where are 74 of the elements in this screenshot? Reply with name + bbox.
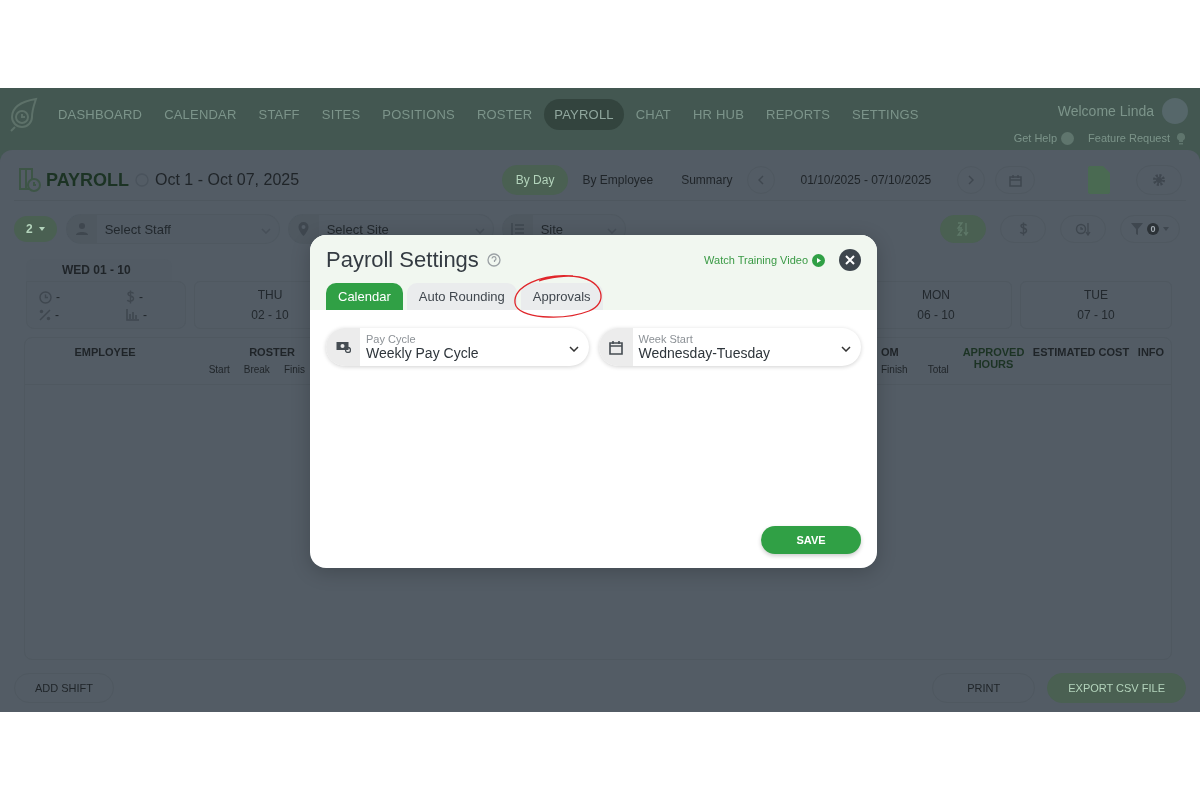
cash-icon <box>335 341 351 353</box>
nav-link[interactable]: STAFF <box>248 98 310 130</box>
list-icon <box>511 223 525 235</box>
stat-value: - <box>56 290 60 304</box>
weekday-label: MON <box>922 288 950 302</box>
chevron-down-icon <box>841 346 851 352</box>
field-value: Wednesday-Tuesday <box>638 345 772 362</box>
help-link[interactable]: Get Help <box>1013 132 1058 144</box>
field-label: Week Start <box>638 332 694 346</box>
column-header: INFO <box>1137 346 1165 358</box>
column-header: ROSTER <box>249 346 296 358</box>
date-range[interactable]: 01/10/2025 - 07/10/2025 <box>774 173 958 187</box>
weekday-label: THU <box>257 288 283 302</box>
chevron-down-icon <box>606 227 617 234</box>
view-tab[interactable]: By Employee <box>568 165 668 195</box>
close-button[interactable] <box>839 249 861 271</box>
nav-link[interactable]: ROSTER <box>466 98 543 130</box>
settings-tab[interactable]: Calendar <box>326 283 403 310</box>
column-subheader: Finis <box>283 364 305 375</box>
welcome-text: Welcome Linda <box>1057 103 1154 119</box>
page-title: PAYROLL <box>46 169 129 191</box>
view-tab[interactable]: By Day <box>501 165 569 195</box>
column-subheader: Start <box>208 364 230 375</box>
training-video-link[interactable]: Watch Training Video <box>704 254 808 266</box>
nav-link[interactable]: SITES <box>311 98 371 130</box>
weekday-label: TUE <box>1084 288 1108 302</box>
stat-value: - <box>143 308 147 322</box>
column-header: ESTIMATED COST <box>1032 346 1130 358</box>
nav-link[interactable]: POSITIONS <box>372 98 465 130</box>
pay-period: Oct 1 - Oct 07, 2025 <box>155 171 300 189</box>
settings-tab[interactable]: Approvals <box>520 283 603 310</box>
save-button[interactable]: SAVE <box>761 526 861 554</box>
field-value: Weekly Pay Cycle <box>366 345 480 362</box>
column-header: OM <box>881 346 899 358</box>
view-tab[interactable]: Summary <box>667 165 747 195</box>
caret-icon <box>38 227 45 231</box>
column-subheader: Total <box>927 364 949 375</box>
date-label: 07 - 10 <box>1077 308 1115 322</box>
nav-link[interactable]: DASHBOARD <box>48 98 153 130</box>
count-dropdown[interactable]: 2 <box>14 216 57 242</box>
day-card[interactable]: TUE 07 - 10 <box>1020 281 1172 329</box>
nav-link[interactable]: CALENDAR <box>154 98 247 130</box>
nav-link[interactable]: CHAT <box>625 98 681 130</box>
date-label: 06 - 10 <box>917 308 955 322</box>
column-subheader: Finish <box>881 364 908 375</box>
stat-value: - <box>139 290 143 304</box>
field-label: Pay Cycle <box>366 332 417 346</box>
logo-icon[interactable] <box>8 97 38 133</box>
avatar[interactable] <box>1162 98 1188 124</box>
stat-value: - <box>55 308 59 322</box>
lightbulb-icon <box>1174 130 1188 146</box>
dropdown-field[interactable]: Week Start Wednesday-Tuesday <box>598 328 861 366</box>
chevron-down-icon <box>474 227 485 234</box>
sort-az-icon <box>956 222 970 236</box>
feature-request-link[interactable]: Feature Request <box>1088 132 1170 144</box>
column-header: APPROVED HOURS <box>961 346 1026 370</box>
filter-count: 0 <box>1147 223 1159 235</box>
column-header: EMPLOYEE <box>74 346 136 358</box>
calendar-icon <box>608 339 623 355</box>
nav-link[interactable]: HR HUB <box>683 98 755 130</box>
payroll-icon <box>18 167 42 193</box>
column-subheader: Break <box>243 364 270 375</box>
dropdown-field[interactable]: Pay Cycle Weekly Pay Cycle <box>326 328 589 366</box>
dialog-title: Payroll Settings <box>326 247 479 273</box>
close-icon <box>845 255 855 265</box>
sort-alphabetical-button[interactable] <box>940 215 986 243</box>
export-csv-button[interactable]: EXPORT CSV FILE <box>1047 673 1186 703</box>
chevron-down-icon <box>568 346 579 352</box>
nav-link[interactable]: PAYROLL <box>544 98 624 130</box>
date-label: 02 - 10 <box>251 308 289 322</box>
nav-link[interactable]: SETTINGS <box>842 98 929 130</box>
play-icon[interactable] <box>812 253 825 267</box>
settings-tab[interactable]: Auto Rounding <box>406 283 517 310</box>
nav-link[interactable]: REPORTS <box>756 98 841 130</box>
